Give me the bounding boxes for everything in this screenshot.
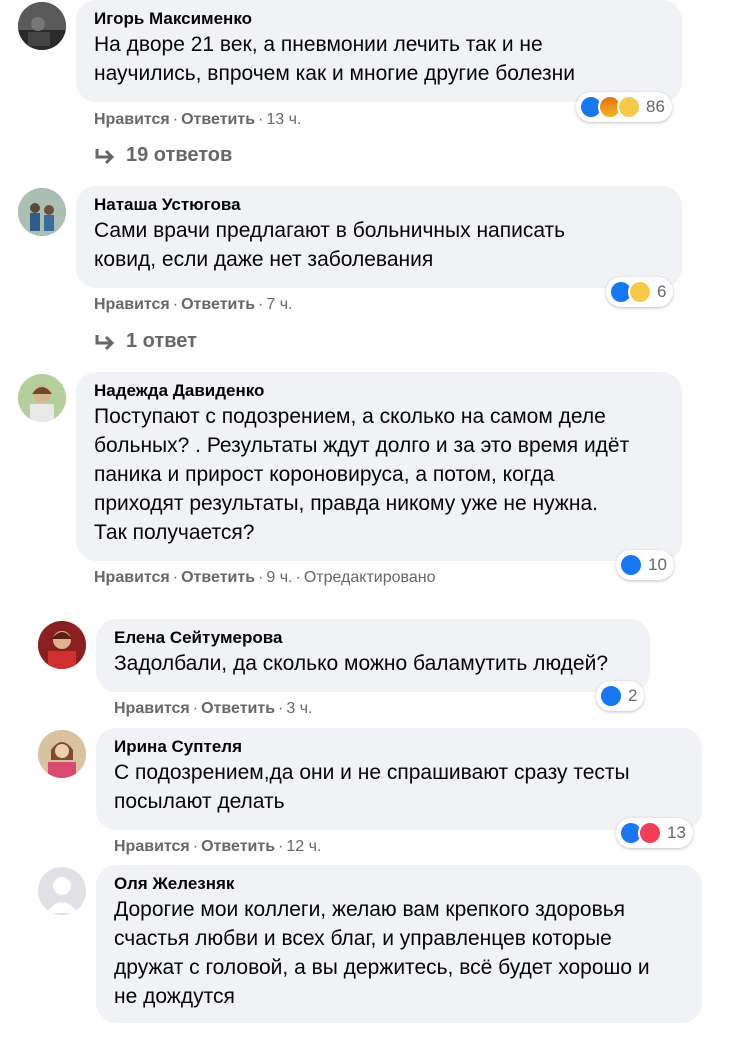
comment-bubble: Ирина Суптеля С подозрением,да они и не … xyxy=(96,728,702,830)
wow-icon xyxy=(628,280,652,304)
timestamp[interactable]: 13 ч. xyxy=(266,111,301,128)
comment-author[interactable]: Елена Сейтумерова xyxy=(114,627,632,649)
comment-bubble: Надежда Давиденко Поступают с подозрение… xyxy=(76,372,682,561)
comment-text-line: счастья любви и всех благ, и управленцев… xyxy=(114,927,612,950)
separator: · xyxy=(172,569,179,586)
comment-text-line: Сами врачи предлагают в больничных напис… xyxy=(94,219,566,242)
separator: · xyxy=(192,838,199,855)
comment-text-line: С подозрением,да они и не спрашивают сра… xyxy=(114,761,630,784)
reaction-summary[interactable]: 13 xyxy=(616,818,693,848)
separator: · xyxy=(172,111,179,128)
timestamp[interactable]: 9 ч. xyxy=(266,569,292,586)
reaction-summary[interactable]: 86 xyxy=(576,92,672,122)
reaction-count: 2 xyxy=(628,686,638,705)
comment-text-line: больных? . Результаты ждут долго и за эт… xyxy=(94,434,630,457)
separator: · xyxy=(192,700,199,717)
comment-text-line: дружат с головой, а вы держитесь, всё бу… xyxy=(114,956,650,979)
timestamp[interactable]: 7 ч. xyxy=(266,296,292,313)
reaction-summary[interactable]: 2 xyxy=(596,681,645,711)
like-icon xyxy=(619,553,643,577)
separator: · xyxy=(258,296,264,313)
comment-text-line: Так получается? xyxy=(94,521,255,544)
reply-button[interactable]: Ответить xyxy=(181,296,255,313)
wow-icon xyxy=(617,95,641,119)
timestamp[interactable]: 3 ч. xyxy=(286,700,312,717)
avatar[interactable] xyxy=(18,374,66,422)
comment-text-line: научились, впрочем как и многие другие б… xyxy=(94,62,575,85)
comment-actions: Нравится · Ответить · 9 ч. · Отредактировано xyxy=(94,568,435,588)
view-replies-button[interactable]: 19 ответов xyxy=(94,144,232,167)
reaction-count: 86 xyxy=(646,97,665,116)
view-replies-button[interactable]: 1 ответ xyxy=(94,330,197,353)
comment-author[interactable]: Надежда Давиденко xyxy=(94,380,664,402)
reaction-count: 6 xyxy=(657,282,667,301)
reaction-count: 10 xyxy=(648,555,667,574)
avatar[interactable] xyxy=(38,621,86,669)
reply-button[interactable]: Ответить xyxy=(201,838,275,855)
avatar[interactable] xyxy=(18,2,66,50)
reaction-count: 13 xyxy=(667,823,686,842)
separator: · xyxy=(278,838,284,855)
like-icon xyxy=(599,684,623,708)
comment-bubble: Наташа Устюгова Сами врачи предлагают в … xyxy=(76,186,682,288)
reply-button[interactable]: Ответить xyxy=(201,700,275,717)
like-button[interactable]: Нравится xyxy=(94,296,170,313)
avatar[interactable] xyxy=(18,188,66,236)
like-button[interactable]: Нравится xyxy=(94,111,170,128)
comment-text-line: На дворе 21 век, а пневмонии лечить так … xyxy=(94,33,543,56)
replies-count: 19 ответов xyxy=(126,144,233,166)
avatar[interactable] xyxy=(38,867,86,915)
reaction-summary[interactable]: 10 xyxy=(616,550,674,580)
comment-text-line: паника и прирост короновируса, а потом, … xyxy=(94,463,555,486)
comment-text-line: Поступают с подозрением, а сколько на са… xyxy=(94,405,606,428)
comment-text-line: Задолбали, да сколько можно баламутить л… xyxy=(114,652,609,675)
comment-bubble: Оля Железняк Дорогие мои коллеги, желаю … xyxy=(96,865,702,1023)
comment-actions: Нравится · Ответить · 3 ч. xyxy=(114,699,312,719)
comment-bubble: Елена Сейтумерова Задолбали, да сколько … xyxy=(96,619,650,692)
replies-count: 1 ответ xyxy=(126,330,197,352)
comment-author[interactable]: Игорь Максименко xyxy=(94,8,664,30)
comment-text-line: ковид, если даже нет заболевания xyxy=(94,248,434,271)
comment-text-line: посылают делать xyxy=(114,790,285,813)
like-button[interactable]: Нравится xyxy=(114,700,190,717)
reaction-summary[interactable]: 6 xyxy=(606,277,674,307)
comment-text-line: приходят результаты, правда никому уже н… xyxy=(94,492,598,515)
timestamp[interactable]: 12 ч. xyxy=(286,838,321,855)
separator: · xyxy=(258,111,264,128)
comment-author[interactable]: Оля Железняк xyxy=(114,873,684,895)
separator: · xyxy=(258,569,264,586)
comment-author[interactable]: Ирина Суптеля xyxy=(114,736,684,758)
avatar[interactable] xyxy=(38,730,86,778)
separator: · xyxy=(295,569,301,586)
comment-text-line: Дорогие мои коллеги, желаю вам крепкого … xyxy=(114,898,626,921)
reply-arrow-icon xyxy=(95,334,115,350)
comment-text-line: не дождутся xyxy=(114,985,235,1008)
reply-button[interactable]: Ответить xyxy=(181,111,255,128)
comment-bubble: Игорь Максименко На дворе 21 век, а пнев… xyxy=(76,0,682,102)
reply-button[interactable]: Ответить xyxy=(181,569,255,586)
like-button[interactable]: Нравится xyxy=(94,569,170,586)
edited-label: Отредактировано xyxy=(303,569,436,586)
comment-author[interactable]: Наташа Устюгова xyxy=(94,194,664,216)
love-icon xyxy=(638,821,662,845)
comment-actions: Нравится · Ответить · 7 ч. xyxy=(94,295,292,315)
like-button[interactable]: Нравится xyxy=(114,838,190,855)
comment-actions: Нравится · Ответить · 13 ч. xyxy=(94,110,301,130)
separator: · xyxy=(172,296,179,313)
separator: · xyxy=(278,700,284,717)
comment-actions: Нравится · Ответить · 12 ч. xyxy=(114,837,321,857)
reply-arrow-icon xyxy=(95,148,115,164)
